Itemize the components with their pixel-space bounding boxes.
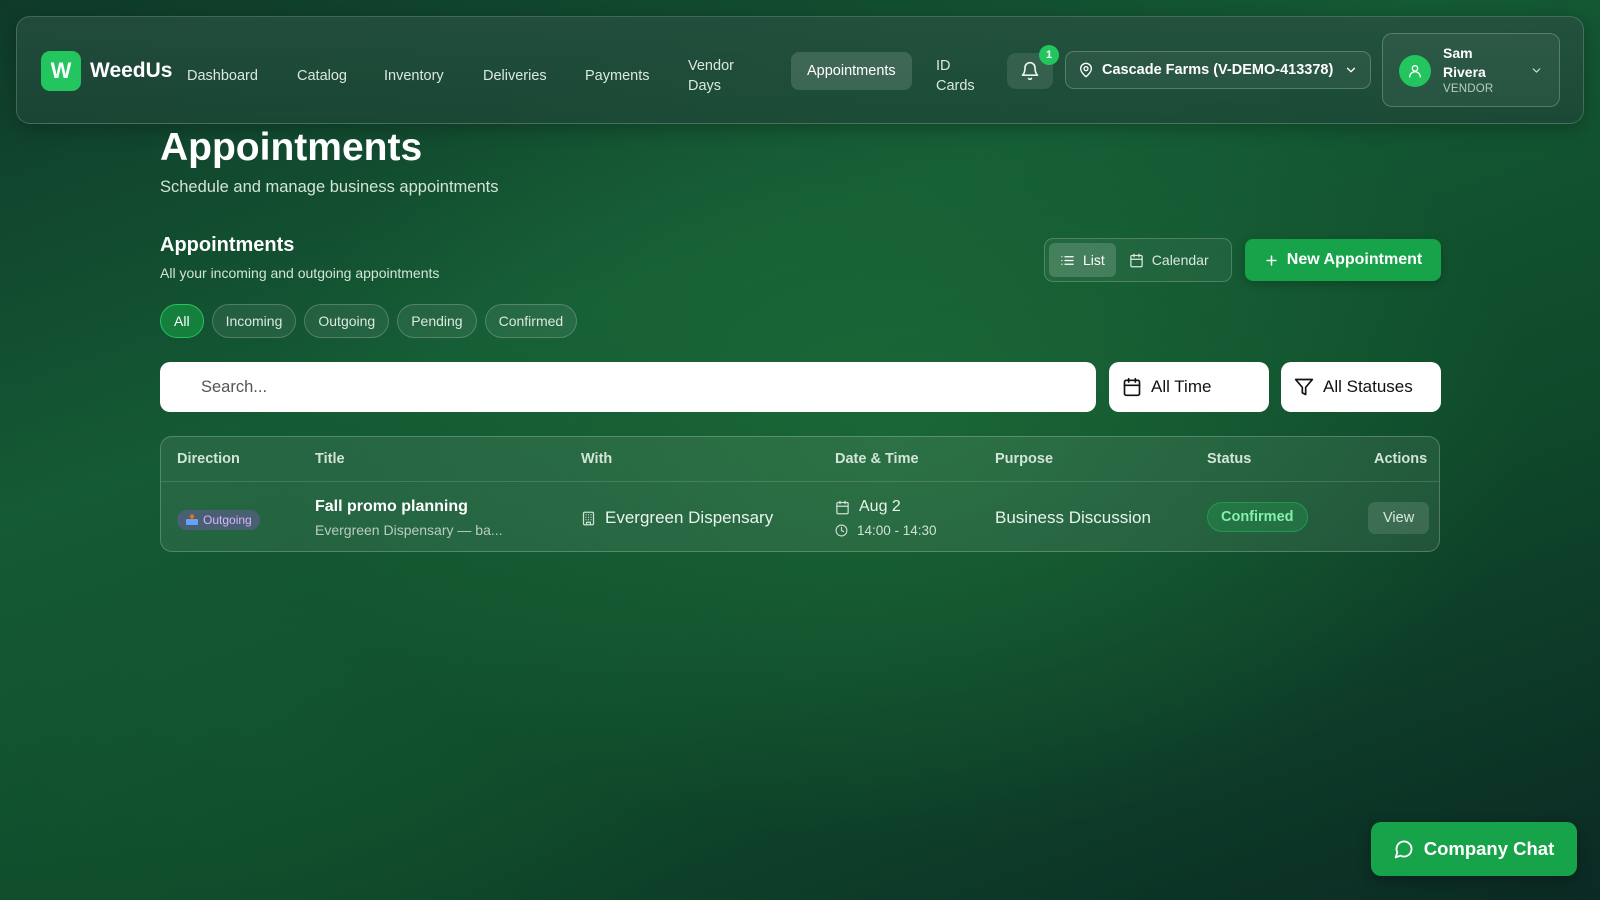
calendar-icon: [1122, 377, 1142, 397]
column-header-direction: Direction: [177, 451, 240, 467]
new-appointment-button[interactable]: New Appointment: [1245, 239, 1441, 281]
direction-badge: Outgoing: [177, 510, 260, 530]
filter-pill-incoming[interactable]: Incoming: [211, 304, 297, 338]
notification-count-badge: 1: [1039, 45, 1059, 65]
user-menu[interactable]: Sam Rivera VENDOR: [1382, 33, 1560, 107]
calendar-icon: [1129, 253, 1144, 268]
page-subtitle: Schedule and manage business appointment…: [160, 178, 499, 196]
column-header-title: Title: [315, 451, 345, 467]
appointment-with-label: Evergreen Dispensary: [605, 508, 774, 527]
nav-item-vendor-days[interactable]: Vendor Days: [688, 48, 748, 104]
clock-icon: [835, 524, 848, 537]
avatar: [1399, 55, 1431, 87]
user-icon: [1407, 63, 1423, 79]
nav-item-id-cards[interactable]: ID Cards: [936, 48, 981, 104]
table-header: Direction Title With Date & Time Purpose…: [161, 437, 1439, 482]
location-select-value: Cascade Farms (V-DEMO-413378): [1102, 62, 1334, 78]
filter-icon: [1294, 377, 1314, 397]
filter-pills: All Incoming Outgoing Pending Confirmed: [160, 304, 578, 338]
column-header-date-time: Date & Time: [835, 451, 919, 467]
column-header-with: With: [581, 451, 613, 467]
time-filter-value: All Time: [1151, 377, 1212, 396]
view-button[interactable]: View: [1368, 502, 1430, 534]
outbox-tray-icon: [185, 514, 199, 526]
nav-item-deliveries[interactable]: Deliveries: [483, 58, 547, 94]
section-subtitle: All your incoming and outgoing appointme…: [160, 265, 440, 281]
building-icon: [581, 511, 596, 526]
appointment-date: Aug 2: [835, 498, 901, 516]
filter-pill-pending[interactable]: Pending: [397, 304, 477, 338]
status-filter-select[interactable]: All Statuses: [1281, 362, 1441, 412]
nav-item-catalog[interactable]: Catalog: [297, 58, 347, 94]
chevron-down-icon: [1344, 63, 1358, 77]
appointment-with: Evergreen Dispensary: [581, 508, 773, 528]
nav-item-payments[interactable]: Payments: [585, 58, 649, 94]
nav-item-inventory[interactable]: Inventory: [384, 58, 444, 94]
nav-item-dashboard[interactable]: Dashboard: [187, 58, 258, 94]
filter-pill-all[interactable]: All: [160, 304, 204, 338]
brand-name: WeedUs: [90, 59, 173, 82]
search-input[interactable]: [160, 362, 1096, 412]
time-filter-select[interactable]: All Time: [1109, 362, 1269, 412]
list-view-label: List: [1083, 252, 1105, 268]
plus-icon: [1264, 253, 1279, 268]
chat-bubble-icon: [1394, 839, 1414, 859]
calendar-icon: [835, 500, 850, 515]
column-header-actions: Actions: [1374, 451, 1428, 467]
appointment-time: 14:00 - 14:30: [835, 523, 937, 538]
appointment-subtitle: Evergreen Dispensary — ba...: [315, 522, 503, 538]
bell-icon: [1020, 61, 1040, 81]
brand-logo: W: [41, 51, 81, 91]
appointment-purpose: Business Discussion: [995, 508, 1151, 527]
top-navigation: W WeedUs Dashboard Catalog Inventory Del…: [16, 16, 1584, 124]
status-filter-value: All Statuses: [1323, 377, 1413, 396]
calendar-view-button[interactable]: Calendar: [1118, 243, 1220, 277]
map-pin-icon: [1078, 62, 1094, 78]
filter-pill-confirmed[interactable]: Confirmed: [484, 304, 578, 338]
brand[interactable]: W WeedUs: [41, 51, 172, 91]
company-chat-button[interactable]: Company Chat: [1371, 822, 1577, 876]
user-role: VENDOR: [1443, 83, 1494, 95]
chevron-down-icon: [1530, 64, 1543, 77]
location-select[interactable]: Cascade Farms (V-DEMO-413378): [1065, 51, 1371, 89]
status-badge: Confirmed: [1207, 502, 1308, 532]
appointment-title: Fall promo planning: [315, 498, 468, 515]
column-header-status: Status: [1207, 451, 1252, 467]
appointment-time-label: 14:00 - 14:30: [857, 523, 937, 538]
appointment-date-label: Aug 2: [859, 498, 901, 515]
new-appointment-label: New Appointment: [1286, 251, 1423, 268]
section-title: Appointments: [160, 234, 295, 256]
company-chat-label: Company Chat: [1423, 838, 1555, 859]
page-title: Appointments: [160, 126, 423, 169]
table-row[interactable]: Outgoing Fall promo planning Evergreen D…: [161, 483, 1439, 551]
notifications-button[interactable]: 1: [1007, 45, 1059, 89]
view-toggle: List Calendar: [1044, 238, 1232, 282]
filter-pill-outgoing[interactable]: Outgoing: [304, 304, 390, 338]
user-name: Sam Rivera: [1443, 45, 1486, 80]
direction-label: Outgoing: [203, 513, 252, 527]
list-icon: [1060, 253, 1075, 268]
calendar-view-label: Calendar: [1151, 252, 1209, 268]
column-header-purpose: Purpose: [995, 451, 1054, 467]
nav-item-appointments[interactable]: Appointments: [791, 52, 912, 90]
appointments-table: Direction Title With Date & Time Purpose…: [160, 436, 1440, 552]
list-view-button[interactable]: List: [1049, 243, 1116, 277]
